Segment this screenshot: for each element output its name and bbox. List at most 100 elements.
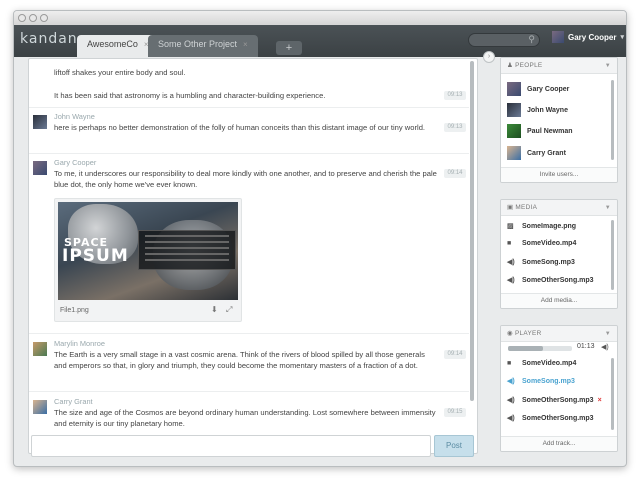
panel-scrollbar[interactable]: [611, 80, 614, 160]
download-icon[interactable]: ⬇: [211, 305, 218, 314]
chevron-down-icon[interactable]: ▼: [605, 58, 611, 74]
message-text: liftoff shakes your entire body and soul…: [54, 68, 186, 77]
tab-some-other-project[interactable]: Some Other Project ×: [148, 35, 258, 57]
tab-close-icon[interactable]: ×: [243, 40, 248, 49]
player-header[interactable]: ◉ PLAYER ▼: [501, 326, 617, 342]
remove-track-icon[interactable]: ×: [598, 397, 602, 404]
message-text: The Earth is a very small stage in a vas…: [54, 350, 425, 370]
panel-scrollbar[interactable]: [611, 220, 614, 290]
media-label: SomeVideo.mp4: [522, 240, 577, 247]
panel-title: PEOPLE: [515, 62, 543, 69]
message-time: 09:14: [444, 350, 466, 359]
message-input[interactable]: [31, 435, 431, 457]
message-author: Carry Grant: [54, 397, 93, 406]
track-item-active[interactable]: ◀) SomeSong.mp3: [507, 377, 575, 386]
people-header[interactable]: ♟ PEOPLE ▼: [501, 58, 617, 74]
message-time: 09:13: [444, 123, 466, 132]
media-header[interactable]: ▣ MEDIA ▼: [501, 200, 617, 216]
app-logo: kandan: [20, 31, 78, 47]
audio-icon: ◀): [507, 415, 515, 422]
audio-icon: ◀): [507, 397, 515, 404]
person-item[interactable]: Carry Grant: [507, 146, 566, 160]
media-item[interactable]: ▨ SomeImage.png: [507, 222, 577, 231]
person-item[interactable]: Paul Newman: [507, 124, 573, 138]
attachment-preview[interactable]: SPACE IPSUM: [58, 202, 238, 300]
avatar: [33, 342, 47, 356]
volume-icon[interactable]: ◀): [601, 343, 609, 351]
track-item[interactable]: ◀) SomeOtherSong.mp3: [507, 414, 594, 423]
video-icon: ■: [507, 240, 512, 247]
expand-icon[interactable]: ⤢: [226, 305, 232, 314]
media-label: SomeOtherSong.mp3: [522, 276, 594, 284]
media-item[interactable]: ◀) SomeSong.mp3: [507, 258, 575, 267]
chat-panel: liftoff shakes your entire body and soul…: [28, 58, 478, 454]
message-author: John Wayne: [54, 112, 95, 121]
avatar: [552, 31, 564, 43]
close-window-button[interactable]: [18, 14, 26, 22]
tab-label: Some Other Project: [158, 39, 238, 49]
avatar: [507, 146, 521, 160]
invite-users-button[interactable]: Invite users...: [501, 167, 617, 182]
video-icon: ■: [507, 360, 512, 367]
media-label: SomeImage.png: [522, 222, 577, 230]
person-name: Paul Newman: [527, 127, 573, 135]
audio-icon: ◀): [507, 378, 515, 385]
track-item[interactable]: ◀) SomeOtherSong.mp3 ×: [507, 396, 602, 405]
post-button[interactable]: Post: [434, 435, 474, 457]
track-label: SomeOtherSong.mp3: [522, 396, 594, 404]
player-panel: ◉ PLAYER ▼ 01:13 ◀) ■ SomeVideo.mp4 ◀) Som…: [500, 325, 618, 452]
app-window: kandan AwesomeCo × Some Other Project × + …: [13, 10, 627, 467]
track-item[interactable]: ■ SomeVideo.mp4: [507, 360, 576, 367]
tab-awesomeco[interactable]: AwesomeCo ×: [77, 35, 159, 57]
avatar: [507, 103, 521, 117]
person-name: Carry Grant: [527, 149, 566, 157]
user-menu[interactable]: Gary Cooper ▾: [552, 31, 624, 43]
chevron-down-icon[interactable]: ▼: [605, 326, 611, 342]
image-attachment[interactable]: SPACE IPSUM File1.png ⬇ ⤢: [54, 198, 242, 322]
audio-icon: ◀): [507, 259, 515, 266]
player-icon: ◉: [507, 330, 513, 337]
message-author: Marylin Monroe: [54, 339, 105, 348]
collapse-sidebar-button[interactable]: ›: [483, 51, 495, 63]
tab-label: AwesomeCo: [87, 39, 138, 49]
avatar: [33, 161, 47, 175]
chat-scrollbar[interactable]: [470, 61, 474, 401]
avatar: [33, 115, 47, 129]
media-panel: ▣ MEDIA ▼ ▨ SomeImage.png ■ SomeVideo.mp4 …: [500, 199, 618, 309]
media-label: SomeSong.mp3: [522, 258, 575, 266]
panel-scrollbar[interactable]: [611, 358, 614, 430]
message-time: 09:13: [444, 91, 466, 100]
message-text: The size and age of the Cosmos are beyon…: [54, 408, 436, 428]
playback-time: 01:13: [577, 343, 595, 350]
person-item[interactable]: John Wayne: [507, 103, 568, 117]
people-panel: ♟ PEOPLE ▼ Gary Cooper John Wayne Paul N…: [500, 57, 618, 183]
preview-title: IPSUM: [62, 246, 129, 266]
message-time: 09:15: [444, 408, 466, 417]
add-media-button[interactable]: Add media...: [501, 293, 617, 308]
audio-icon: ◀): [507, 277, 515, 284]
chevron-down-icon[interactable]: ▼: [605, 200, 611, 216]
add-track-button[interactable]: Add track...: [501, 436, 617, 451]
message-time: 09:14: [444, 169, 466, 178]
person-name: John Wayne: [527, 106, 568, 114]
media-item[interactable]: ■ SomeVideo.mp4: [507, 240, 576, 247]
minimize-window-button[interactable]: [29, 14, 37, 22]
search-input[interactable]: ⚲: [468, 33, 540, 47]
message-text: To me, it underscores our responsibility…: [54, 169, 437, 189]
avatar: [33, 400, 47, 414]
message-text: It has been said that astronomy is a hum…: [54, 91, 326, 100]
media-item[interactable]: ◀) SomeOtherSong.mp3: [507, 276, 594, 285]
zoom-window-button[interactable]: [40, 14, 48, 22]
avatar: [507, 82, 521, 96]
message-author: Gary Cooper: [54, 158, 97, 167]
progress-fill: [508, 346, 544, 351]
playback-progress-bar[interactable]: [508, 346, 572, 351]
person-item[interactable]: Gary Cooper: [507, 82, 569, 96]
user-name: Gary Cooper: [568, 32, 617, 42]
new-tab-button[interactable]: +: [276, 41, 302, 55]
track-label: SomeSong.mp3: [522, 377, 575, 385]
search-icon: ⚲: [528, 34, 535, 44]
app-toolbar: kandan AwesomeCo × Some Other Project × + …: [14, 25, 626, 57]
panel-title: PLAYER: [514, 330, 542, 337]
media-icon: ▣: [507, 204, 514, 211]
